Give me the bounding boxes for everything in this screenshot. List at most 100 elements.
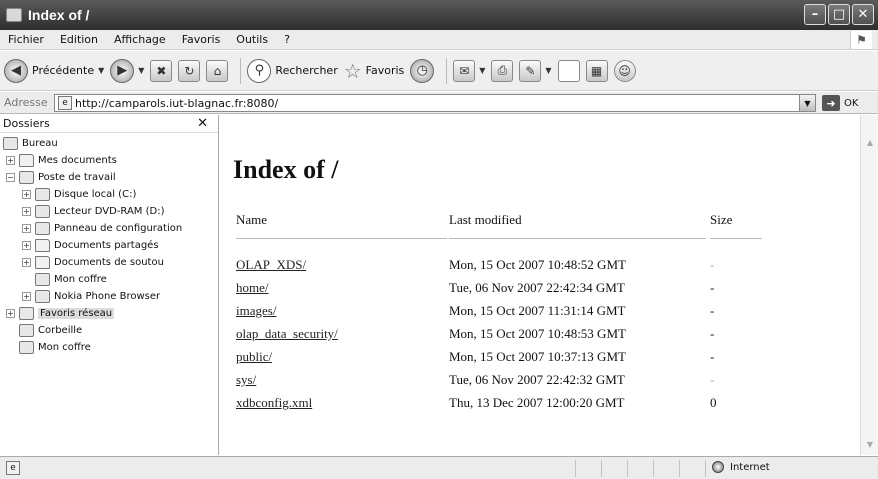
network-icon xyxy=(19,307,34,320)
tree-item-favoris-reseau[interactable]: + Favoris réseau xyxy=(6,305,115,322)
tree-item-bureau[interactable]: Bureau xyxy=(3,135,58,152)
tree-item-lecteur-dvd[interactable]: + Lecteur DVD-RAM (D:) xyxy=(22,203,164,220)
menu-outils[interactable]: Outils xyxy=(228,33,276,46)
favorites-button[interactable]: ☆ Favoris xyxy=(344,59,405,83)
dvd-drive-icon xyxy=(35,205,50,218)
safe-icon xyxy=(19,341,34,354)
toolbar-separator xyxy=(240,57,242,84)
control-panel-icon xyxy=(35,222,50,235)
expand-icon[interactable]: + xyxy=(22,292,31,301)
file-modified: Tue, 06 Nov 2007 22:42:32 GMT xyxy=(449,372,625,387)
file-link[interactable]: sys/ xyxy=(236,372,256,388)
file-link[interactable]: xdbconfig.xml xyxy=(236,395,312,411)
tree-item-disque-local[interactable]: + Disque local (C:) xyxy=(22,186,136,203)
folders-pane: Dossiers ✕ Bureau + Mes documents − Post… xyxy=(0,115,219,455)
menu-favoris[interactable]: Favoris xyxy=(174,33,229,46)
close-button[interactable]: ✕ xyxy=(852,4,874,25)
messenger-button[interactable]: ☺ xyxy=(613,59,636,82)
file-link[interactable]: home/ xyxy=(236,280,269,296)
expand-icon[interactable]: + xyxy=(22,258,31,267)
discuss-button[interactable] xyxy=(557,59,580,82)
tree-item-label: Bureau xyxy=(22,138,58,149)
folder-icon xyxy=(35,256,50,269)
history-button[interactable]: ◷ xyxy=(410,58,435,83)
status-divider xyxy=(679,460,680,477)
favorites-label: Favoris xyxy=(365,64,405,77)
stop-button[interactable]: ✖ xyxy=(150,59,173,82)
forward-button[interactable]: ▶ ▼ xyxy=(110,58,144,83)
chevron-down-icon[interactable]: ▼ xyxy=(479,66,485,75)
expand-icon[interactable]: + xyxy=(6,156,15,165)
file-modified: Mon, 15 Oct 2007 10:48:52 GMT xyxy=(449,257,626,272)
file-link[interactable]: images/ xyxy=(236,303,276,319)
print-button[interactable]: ⎙ xyxy=(491,59,514,82)
vertical-scrollbar[interactable]: ▲ ▼ xyxy=(860,115,878,455)
tree-item-poste-de-travail[interactable]: − Poste de travail xyxy=(6,169,116,186)
back-button[interactable]: ◀ Précédente ▼ xyxy=(4,58,104,83)
status-divider xyxy=(653,460,654,477)
tree-item-nokia[interactable]: + Nokia Phone Browser xyxy=(22,288,160,305)
file-size: - xyxy=(710,372,715,387)
discuss-icon xyxy=(557,59,580,82)
scroll-up-icon[interactable]: ▲ xyxy=(863,135,877,149)
minimize-button[interactable]: – xyxy=(804,4,826,25)
address-input[interactable]: e http://camparols.iut-blagnac.fr:8080/ … xyxy=(54,94,816,112)
status-divider xyxy=(705,460,706,477)
tree-item-label: Disque local (C:) xyxy=(54,189,137,200)
edit-button[interactable]: ✎ ▼ xyxy=(519,59,552,82)
mail-button[interactable]: ✉ ▼ xyxy=(453,59,485,82)
home-button[interactable]: ⌂ xyxy=(206,59,229,82)
chevron-down-icon[interactable]: ▼ xyxy=(138,66,144,75)
expand-icon[interactable]: + xyxy=(22,224,31,233)
menu-edition[interactable]: Edition xyxy=(52,33,106,46)
menu-affichage[interactable]: Affichage xyxy=(106,33,174,46)
title-bar: Index of / – □ ✕ xyxy=(0,0,878,30)
menu-help[interactable]: ? xyxy=(276,33,298,46)
tree-item-documents-partages[interactable]: + Documents partagés xyxy=(22,237,159,254)
chevron-down-icon[interactable]: ▼ xyxy=(545,66,551,75)
file-link[interactable]: olap_data_security/ xyxy=(236,326,338,342)
search-label: Rechercher xyxy=(275,64,338,77)
tree-item-mon-coffre-root[interactable]: Mon coffre xyxy=(19,339,91,356)
file-link[interactable]: public/ xyxy=(236,349,272,365)
file-size: - xyxy=(710,257,715,272)
research-button[interactable]: ▦ xyxy=(585,59,608,82)
scroll-down-icon[interactable]: ▼ xyxy=(863,437,877,451)
address-bar: Adresse e http://camparols.iut-blagnac.f… xyxy=(0,92,878,114)
tree-item-label: Lecteur DVD-RAM (D:) xyxy=(54,206,165,217)
tree-item-mes-documents[interactable]: + Mes documents xyxy=(6,152,117,169)
address-url[interactable]: http://camparols.iut-blagnac.fr:8080/ xyxy=(75,97,278,110)
search-icon: ⚲ xyxy=(247,58,272,83)
expand-icon[interactable]: + xyxy=(22,207,31,216)
chevron-down-icon[interactable]: ▼ xyxy=(799,95,815,111)
file-size: - xyxy=(710,303,715,318)
status-divider xyxy=(575,460,576,477)
expand-icon[interactable]: + xyxy=(22,190,31,199)
file-link[interactable]: OLAP_XDS/ xyxy=(236,257,306,273)
toolbar: ◀ Précédente ▼ ▶ ▼ ✖ ↻ ⌂ ⚲ Rechercher ☆ … xyxy=(0,51,878,91)
close-icon[interactable]: ✕ xyxy=(197,116,208,131)
expand-icon[interactable]: + xyxy=(22,241,31,250)
refresh-button[interactable]: ↻ xyxy=(178,59,201,82)
go-button[interactable]: ➜ OK xyxy=(822,95,858,111)
collapse-icon[interactable]: − xyxy=(6,173,15,182)
tree-item-corbeille[interactable]: Corbeille xyxy=(19,322,82,339)
tree-item-panneau-config[interactable]: + Panneau de configuration xyxy=(22,220,182,237)
search-button[interactable]: ⚲ Rechercher xyxy=(247,58,338,83)
maximize-button[interactable]: □ xyxy=(828,4,850,25)
chevron-down-icon[interactable]: ▼ xyxy=(98,66,104,75)
folder-icon xyxy=(19,154,34,167)
menu-fichier[interactable]: Fichier xyxy=(0,33,52,46)
go-label: OK xyxy=(844,97,859,109)
tree-item-mon-coffre[interactable]: Mon coffre xyxy=(35,271,107,288)
tree-item-documents-soutou[interactable]: + Documents de soutou xyxy=(22,254,164,271)
column-header-name: Name xyxy=(236,212,268,227)
tree-item-label: Documents partagés xyxy=(54,240,159,251)
folder-icon xyxy=(35,239,50,252)
file-size: - xyxy=(710,280,715,295)
column-header-modified: Last modified xyxy=(449,212,522,227)
folders-pane-header: Dossiers ✕ xyxy=(0,115,218,133)
go-arrow-icon: ➜ xyxy=(822,95,840,111)
page-content: Index of / Name Last modified Size OLAP_… xyxy=(220,115,860,455)
expand-icon[interactable]: + xyxy=(6,309,15,318)
